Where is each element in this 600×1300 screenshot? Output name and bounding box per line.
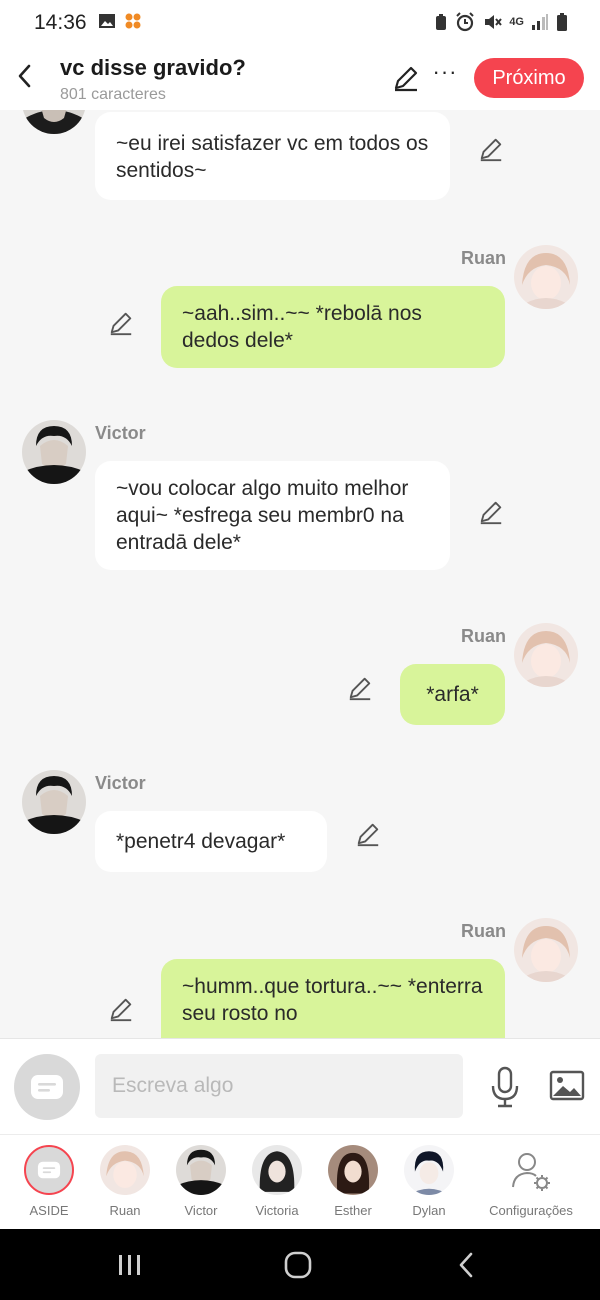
message-input[interactable] [95,1054,463,1118]
signal-icon [532,14,548,30]
chat-area[interactable]: ~eu irei satisfazer vc em todos os senti… [0,110,600,1038]
victor-avatar[interactable] [22,420,86,484]
chat-header: vc disse gravido? 801 caracteres ··· Pró… [0,44,600,110]
victoria-avatar [252,1145,302,1195]
battery-saver-icon [436,14,447,30]
pencil-icon [357,823,379,847]
speaker-name: Ruan [461,626,506,646]
edit-message-button[interactable] [347,675,373,701]
dylan-avatar [404,1145,454,1195]
settings-label: Configurações [489,1203,573,1218]
pencil-icon [480,138,502,162]
image-icon [549,1070,585,1101]
pencil-icon [110,312,132,336]
status-right-icons: 4G [434,12,568,32]
back-button[interactable] [10,58,38,94]
edit-message-button[interactable] [478,499,504,525]
victor-avatar[interactable] [22,110,86,134]
chat-title: vc disse gravido? [60,55,246,80]
message-bubble-left[interactable]: ~eu irei satisfazer vc em todos os senti… [95,112,450,200]
victor-avatar [176,1145,226,1195]
character-ruan[interactable]: Ruan [87,1145,163,1218]
ruan-avatar [100,1145,150,1195]
network-type: 4G [509,16,524,28]
character-label: Ruan [109,1203,141,1218]
message-bubble-right[interactable]: ~humm..que tortura..~~ *enterra seu rost… [161,959,505,1038]
settings-button[interactable]: Configurações [486,1145,576,1218]
microphone-icon [491,1066,519,1108]
edit-message-button[interactable] [478,136,504,162]
alarm-icon [456,12,475,32]
aside-icon [37,1161,61,1179]
character-label: ASIDE [29,1203,69,1218]
status-left-icons [98,12,142,30]
pencil-icon [480,501,502,525]
home-button[interactable] [278,1250,318,1280]
character-victor[interactable]: Victor [163,1145,239,1218]
settings-user-icon [506,1145,556,1195]
aside-button[interactable] [14,1054,80,1120]
chevron-left-icon [18,64,31,88]
more-options-button[interactable]: ··· [432,59,458,90]
status-bar: 14:36 4G [0,0,600,44]
recent-apps-button[interactable] [110,1250,150,1280]
character-label: Victoria [255,1203,299,1218]
message-bubble-left[interactable]: *penetr4 devagar* [95,811,327,872]
status-time: 14:36 [34,11,87,34]
character-label: Victor [184,1203,218,1218]
ruan-avatar[interactable] [514,918,578,982]
recent-apps-icon [119,1255,140,1275]
back-arrow-icon [459,1252,473,1278]
pencil-icon [394,66,418,92]
image-upload-button[interactable] [548,1067,586,1105]
system-nav-bar [0,1229,600,1300]
aside-icon [31,1075,63,1099]
character-bar: ASIDE Ruan Victor Victoria Esther Dylan [0,1134,600,1229]
message-bubble-right[interactable]: *arfa* [400,664,505,725]
next-button[interactable]: Próximo [474,58,584,98]
back-system-button[interactable] [446,1250,486,1280]
edit-message-button[interactable] [355,821,381,847]
speaker-name: Victor [95,423,146,443]
aside-avatar [24,1145,74,1195]
character-dylan[interactable]: Dylan [391,1145,467,1218]
speaker-name: Victor [95,773,146,793]
battery-icon [557,13,567,31]
microphone-button[interactable] [488,1065,522,1109]
speaker-name: Ruan [461,248,506,268]
edit-message-button[interactable] [108,310,134,336]
gallery-notification-icon [99,14,115,28]
message-bubble-left[interactable]: ~vou colocar algo muito melhor aqui~ *es… [95,461,450,570]
message-bubble-right[interactable]: ~aah..sim..~~ *rebolā nos dedos dele* [161,286,505,368]
pencil-icon [349,677,371,701]
home-icon [284,1251,312,1279]
message-input-bar [0,1038,600,1134]
character-label: Esther [334,1203,372,1218]
character-aside[interactable]: ASIDE [11,1145,87,1218]
more-dots-icon: ··· [432,59,458,84]
esther-avatar [328,1145,378,1195]
character-esther[interactable]: Esther [315,1145,391,1218]
app-notification-icon [125,13,141,29]
edit-message-button[interactable] [108,996,134,1022]
character-victoria[interactable]: Victoria [239,1145,315,1218]
speaker-name: Ruan [461,921,506,941]
mute-icon [485,15,503,29]
ruan-avatar[interactable] [514,623,578,687]
character-label: Dylan [412,1203,446,1218]
edit-title-button[interactable] [392,64,420,92]
character-count: 801 caracteres [60,86,166,103]
victor-avatar[interactable] [22,770,86,834]
ruan-avatar[interactable] [514,245,578,309]
pencil-icon [110,998,132,1022]
